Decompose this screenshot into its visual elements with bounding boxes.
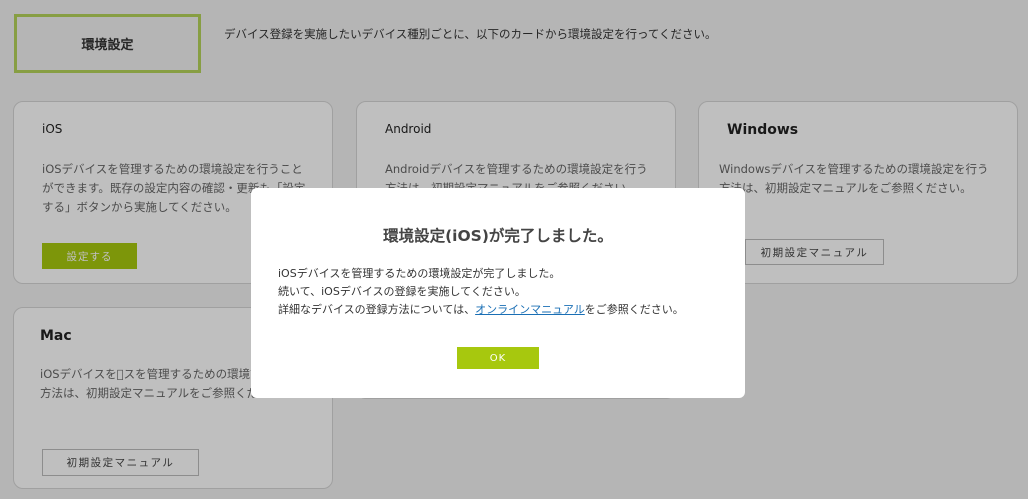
completion-dialog: 環境設定(iOS)が完了しました。 iOSデバイスを管理するための環境設定が完了…	[251, 188, 745, 398]
ok-button[interactable]: OK	[457, 347, 539, 369]
dialog-line-2: 続いて、iOSデバイスの登録を実施してください。	[278, 285, 526, 298]
ok-button-label: OK	[489, 352, 507, 364]
dialog-line-3-suffix: をご参照ください。	[584, 303, 684, 316]
dialog-line-1: iOSデバイスを管理するための環境設定が完了しました。	[278, 267, 561, 280]
page: 環境設定 デバイス登録を実施したいデバイス種別ごとに、以下のカードから環境設定を…	[0, 0, 1028, 499]
dialog-body: iOSデバイスを管理するための環境設定が完了しました。 続いて、iOSデバイスの…	[278, 265, 728, 319]
dialog-line-3: 詳細なデバイスの登録方法については、オンラインマニュアルをご参照ください。	[278, 301, 728, 319]
online-manual-link[interactable]: オンラインマニュアル	[475, 303, 585, 316]
dialog-title: 環境設定(iOS)が完了しました。	[383, 227, 613, 245]
dialog-line-3-prefix: 詳細なデバイスの登録方法については、	[278, 303, 476, 316]
